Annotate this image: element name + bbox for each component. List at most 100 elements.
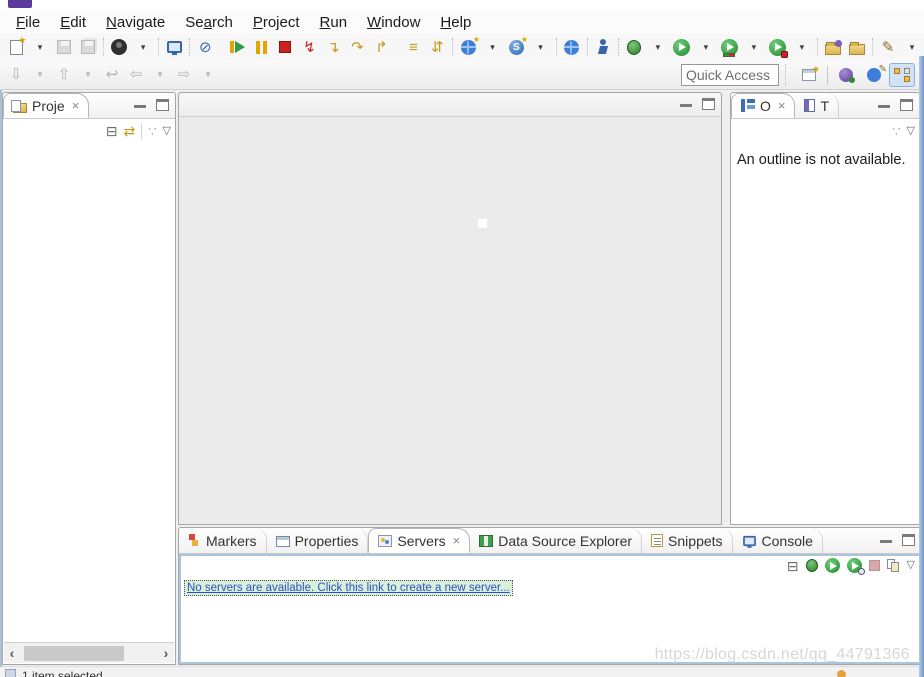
web-browser-button[interactable]	[561, 36, 583, 58]
quick-access-input[interactable]	[681, 64, 779, 86]
profile-dropdown[interactable]: ▾	[791, 36, 813, 58]
view-menu-icon[interactable]: ▽	[163, 126, 171, 137]
profile-server-icon[interactable]	[847, 558, 862, 573]
new-web-service-dropdown[interactable]: ▾	[530, 36, 552, 58]
chevron-down-icon: ▾	[488, 42, 498, 53]
new-server-dropdown[interactable]: ▾	[482, 36, 504, 58]
drop-to-frame-button[interactable]: ⇵	[426, 36, 448, 58]
back-dropdown[interactable]: ▾	[149, 64, 171, 86]
minimize-button[interactable]	[680, 102, 692, 107]
maximize-button[interactable]	[156, 99, 169, 111]
minimize-button[interactable]	[880, 538, 892, 543]
tab-snippets[interactable]: Snippets	[642, 528, 732, 553]
publish-icon[interactable]	[887, 559, 900, 572]
menu-navigate[interactable]: Navigate	[96, 12, 175, 33]
tab-outline[interactable]: O ×	[731, 93, 795, 118]
use-step-filters-button[interactable]: ≡	[402, 36, 424, 58]
tab-servers[interactable]: Servers ×	[368, 528, 470, 553]
next-annotation-dropdown[interactable]: ▾	[29, 64, 51, 86]
user-account-button[interactable]	[108, 36, 130, 58]
open-perspective-button[interactable]: ★	[796, 63, 822, 87]
create-server-link[interactable]: No servers are available. Click this lin…	[184, 580, 513, 596]
coverage-dropdown[interactable]: ▾	[743, 36, 765, 58]
run-dropdown[interactable]: ▾	[695, 36, 717, 58]
resume-button[interactable]	[226, 36, 248, 58]
start-server-icon[interactable]	[825, 558, 840, 573]
new-wizard-button[interactable]: ★	[5, 36, 27, 58]
debug-dropdown[interactable]: ▾	[647, 36, 669, 58]
menu-window[interactable]: Window	[357, 12, 430, 33]
suspend-button[interactable]	[250, 36, 272, 58]
focus-icon[interactable]: ∵	[148, 125, 156, 138]
minimize-button[interactable]	[878, 103, 890, 108]
editor-body[interactable]	[179, 117, 721, 524]
maximize-button[interactable]	[702, 98, 715, 110]
project-explorer-content[interactable]	[3, 143, 175, 642]
focus-icon[interactable]: ∵	[892, 125, 900, 138]
tab-data-source-explorer[interactable]: Data Source Explorer	[470, 528, 642, 553]
new-server-button[interactable]: ★	[458, 36, 480, 58]
horizontal-scrollbar[interactable]: ‹ ›	[4, 642, 174, 663]
user-account-dropdown[interactable]: ▾	[132, 36, 154, 58]
previous-annotation-dropdown[interactable]: ▾	[77, 64, 99, 86]
terminate-button[interactable]	[274, 36, 296, 58]
debug-button[interactable]	[623, 36, 645, 58]
previous-annotation-button[interactable]: ⇧	[53, 64, 75, 86]
external-tools-dropdown[interactable]: ▾	[901, 36, 923, 58]
step-into-button[interactable]: ↴	[322, 36, 344, 58]
external-tools-button[interactable]: ✎	[877, 36, 899, 58]
view-menu-icon[interactable]: ▽	[907, 560, 915, 571]
tab-markers[interactable]: Markers	[179, 528, 267, 553]
run-on-server-button[interactable]	[592, 36, 614, 58]
last-edit-location-button[interactable]: ↩	[101, 64, 123, 86]
skip-breakpoints-button[interactable]: ⊘	[194, 36, 216, 58]
perspective-web-button[interactable]: ✎	[861, 63, 887, 87]
tab-properties[interactable]: Properties	[267, 528, 369, 553]
open-console-button[interactable]	[163, 36, 185, 58]
minimize-button[interactable]	[134, 103, 146, 108]
close-icon[interactable]: ×	[778, 98, 786, 113]
import-button[interactable]	[822, 36, 844, 58]
back-button[interactable]: ⇦	[125, 64, 147, 86]
export-button[interactable]	[846, 36, 868, 58]
menu-run[interactable]: Run	[310, 12, 358, 33]
run-button[interactable]	[671, 36, 693, 58]
coverage-button[interactable]	[719, 36, 741, 58]
collapse-all-icon[interactable]: ⊟	[787, 559, 799, 573]
scroll-left-icon[interactable]: ‹	[4, 645, 20, 661]
close-icon[interactable]: ×	[72, 98, 80, 113]
menu-project[interactable]: Project	[243, 12, 310, 33]
menu-file[interactable]: File	[6, 12, 50, 33]
scroll-right-icon[interactable]: ›	[158, 645, 174, 661]
step-over-button[interactable]: ↷	[346, 36, 368, 58]
tab-console[interactable]: Console	[733, 528, 823, 553]
new-web-service-button[interactable]: S★	[506, 36, 528, 58]
save-button[interactable]	[53, 36, 75, 58]
scrollbar-thumb[interactable]	[24, 646, 124, 661]
menu-label-part: dit	[70, 14, 86, 31]
forward-dropdown[interactable]: ▾	[197, 64, 219, 86]
menu-edit[interactable]: Edit	[50, 12, 96, 33]
debug-server-icon[interactable]	[806, 559, 818, 572]
maximize-button[interactable]	[900, 99, 913, 111]
menu-help[interactable]: Help	[430, 12, 481, 33]
next-annotation-button[interactable]: ⇩	[5, 64, 27, 86]
new-wizard-dropdown[interactable]: ▾	[29, 36, 51, 58]
chevron-down-icon: ▾	[83, 69, 93, 80]
tab-project-explorer[interactable]: Proje ×	[3, 93, 89, 118]
profile-button[interactable]	[767, 36, 789, 58]
perspective-javaee-button[interactable]	[889, 63, 915, 87]
menu-search[interactable]: Search	[175, 12, 243, 33]
perspective-java-button[interactable]	[833, 63, 859, 87]
close-icon[interactable]: ×	[453, 533, 461, 548]
forward-button[interactable]: ⇨	[173, 64, 195, 86]
collapse-all-icon[interactable]: ⊟	[106, 124, 118, 138]
tab-task-list[interactable]: T	[795, 93, 839, 118]
view-menu-icon[interactable]: ▽	[907, 126, 915, 137]
link-with-editor-icon[interactable]: ⇄	[124, 124, 136, 138]
save-all-button[interactable]	[77, 36, 99, 58]
stop-server-icon[interactable]	[869, 560, 880, 571]
disconnect-button[interactable]: ↯	[298, 36, 320, 58]
step-return-button[interactable]: ↱	[370, 36, 392, 58]
maximize-button[interactable]	[902, 534, 915, 546]
